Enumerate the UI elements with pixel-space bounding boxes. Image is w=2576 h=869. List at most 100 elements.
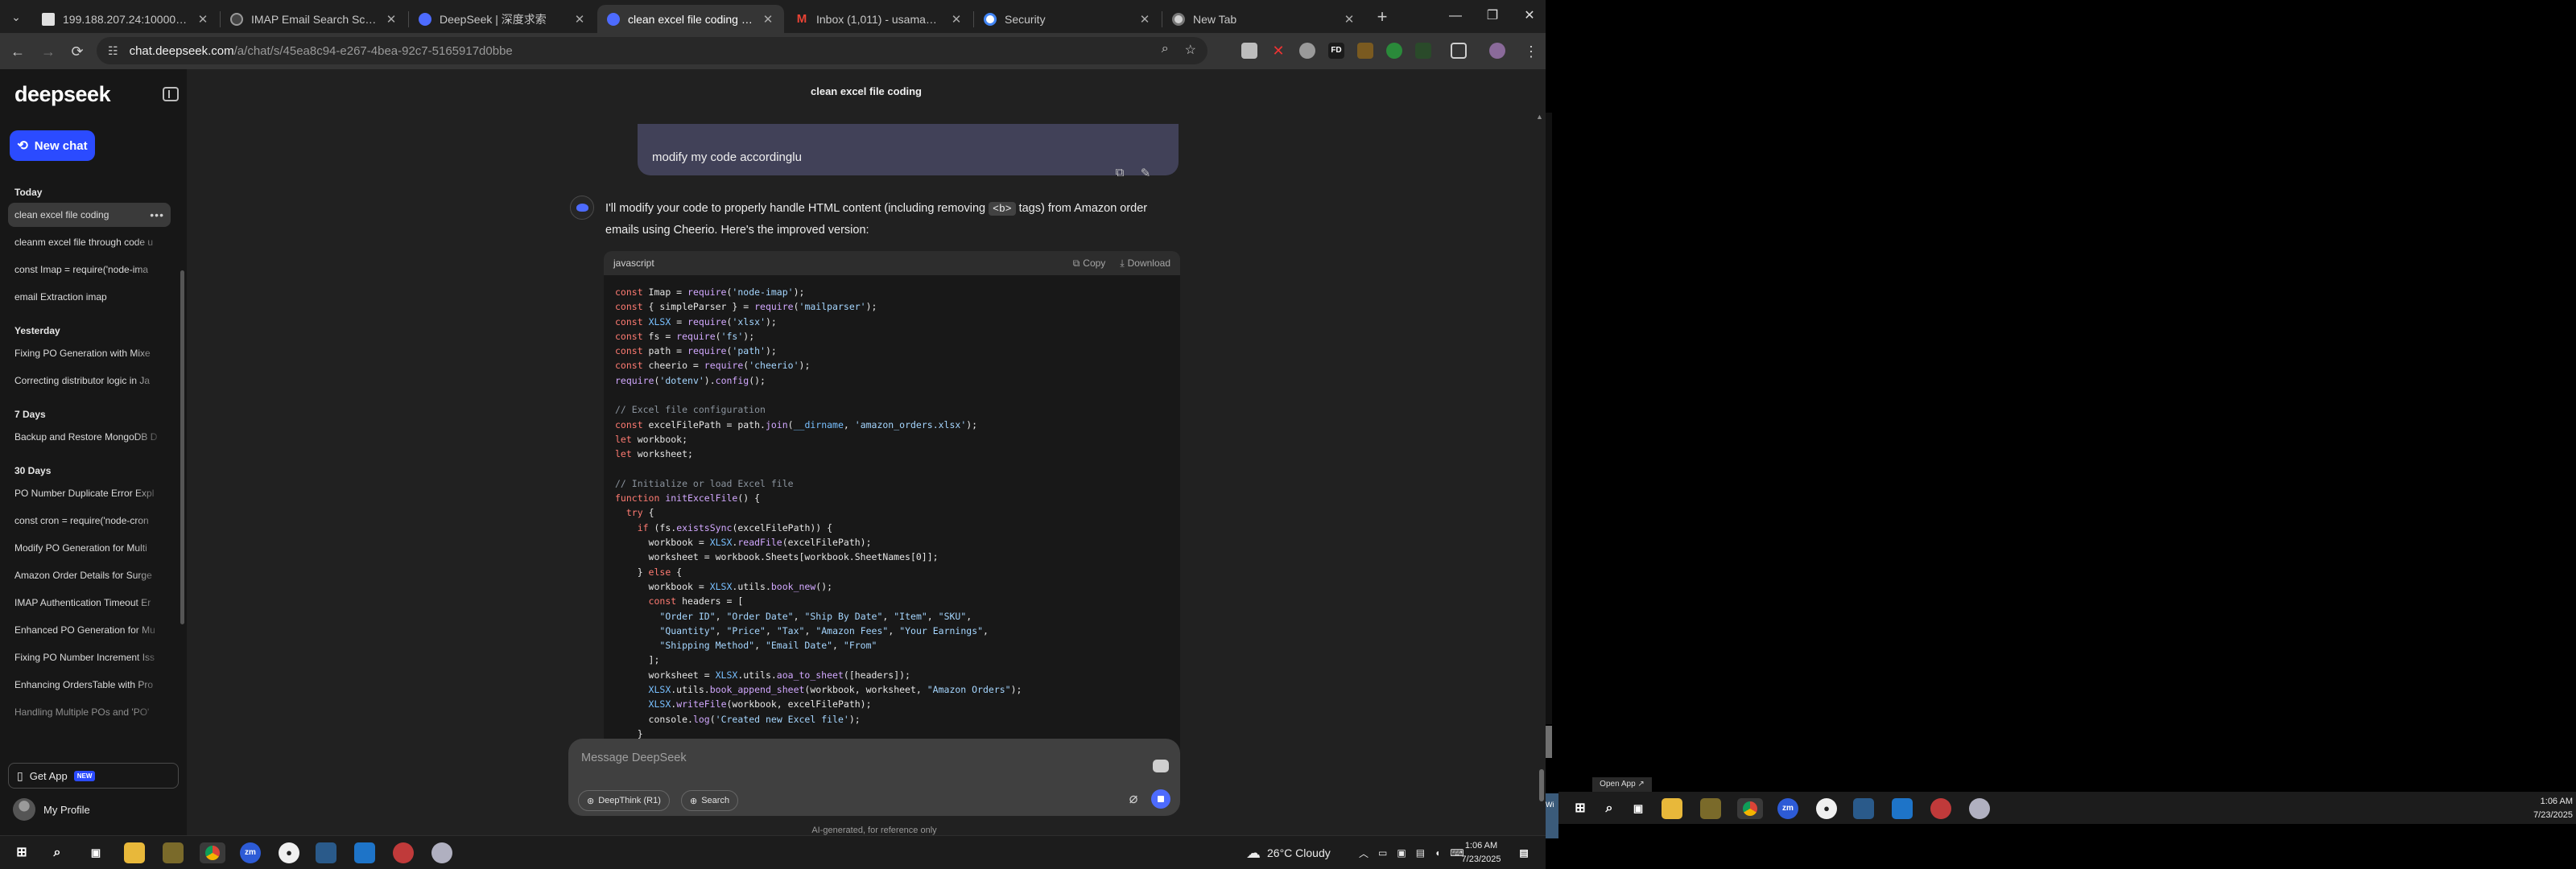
attach-file-icon[interactable]: ⌀ — [1124, 787, 1143, 809]
close-icon[interactable]: ✕ — [1138, 12, 1151, 27]
app-icon[interactable] — [1969, 798, 1990, 819]
profile-avatar[interactable] — [1489, 43, 1505, 59]
history-item[interactable]: Correcting distributor logic in Ja — [8, 369, 171, 393]
copy-code-button[interactable]: ⧉ Copy — [1073, 257, 1106, 270]
extension-icon[interactable] — [1415, 43, 1431, 59]
search-toggle[interactable]: ⊕ Search — [681, 790, 739, 811]
extension-icon[interactable] — [1299, 43, 1315, 59]
store-icon[interactable] — [163, 842, 184, 863]
chrome-profile-icon[interactable] — [1930, 798, 1951, 819]
collapse-sidebar-icon[interactable] — [163, 87, 179, 101]
minimize-button[interactable]: — — [1436, 0, 1475, 32]
scroll-up-icon[interactable]: ▲ — [1536, 113, 1544, 121]
history-item[interactable]: Enhancing OrdersTable with Pro — [8, 673, 171, 697]
windows-start-icon[interactable]: ⊞ — [11, 842, 32, 863]
app-icon[interactable]: ● — [1816, 798, 1837, 819]
new-chat-button[interactable]: ⟲ New chat — [10, 130, 95, 161]
vscode-insiders-icon[interactable] — [316, 842, 336, 863]
notification-icon[interactable]: ▤ — [1513, 842, 1534, 863]
tab-dashboard[interactable]: 199.188.207.24:10000/dashbo ✕ — [32, 5, 219, 33]
store-icon[interactable] — [1700, 798, 1721, 819]
tray-app-icon[interactable]: ▣ — [1397, 847, 1406, 859]
tab-deepseek-home[interactable]: DeepSeek | 深度求索 ✕ — [409, 5, 596, 33]
robot-icon[interactable] — [1153, 760, 1169, 772]
close-icon[interactable]: ✕ — [950, 12, 963, 27]
tab-search-icon[interactable]: ⌄ — [6, 7, 26, 27]
search-icon[interactable]: ⌕ — [1599, 798, 1620, 819]
zoom-icon[interactable]: zm — [240, 842, 261, 863]
history-item[interactable]: Modify PO Generation for Multi — [8, 536, 171, 560]
zoom-search-icon[interactable]: ⌕ — [1162, 42, 1169, 58]
message-input[interactable]: Message DeepSeek — [581, 752, 687, 764]
zoom-icon[interactable]: zm — [1777, 798, 1798, 819]
bookmark-star-icon[interactable]: ☆ — [1185, 42, 1196, 58]
app-icon[interactable] — [431, 842, 452, 863]
task-view-icon[interactable]: ▣ — [1628, 798, 1649, 819]
close-icon[interactable]: ✕ — [1343, 12, 1356, 27]
edit-message-icon[interactable]: ✎ — [1138, 166, 1153, 180]
extensions-puzzle-icon[interactable] — [1451, 43, 1467, 59]
close-icon[interactable]: ✕ — [385, 12, 398, 27]
history-item[interactable]: Backup and Restore MongoDB D — [8, 425, 171, 449]
my-profile-button[interactable]: My Profile — [13, 798, 90, 821]
site-info-icon[interactable]: ☷ — [108, 44, 118, 58]
get-app-button[interactable]: ▯ Get App NEW — [8, 763, 179, 789]
window-edge[interactable]: Wi — [1546, 793, 1558, 838]
open-app-button[interactable]: Open App ↗ — [1592, 777, 1652, 792]
tab-new-tab[interactable]: New Tab ✕ — [1162, 5, 1365, 33]
close-window-button[interactable]: ✕ — [1510, 0, 1546, 32]
reload-button[interactable]: ⟳ — [66, 40, 89, 63]
extension-fd-icon[interactable]: FD — [1328, 43, 1344, 59]
tab-imap-email-search[interactable]: IMAP Email Search Script ✕ — [221, 5, 407, 33]
task-view-icon[interactable]: ▣ — [85, 842, 106, 863]
history-item[interactable]: const Imap = require('node-ima — [8, 257, 171, 282]
history-item[interactable]: Enhanced PO Generation for Mu — [8, 618, 171, 642]
history-item[interactable]: Handling Multiple POs and 'PO' — [8, 700, 171, 724]
stop-generating-button[interactable] — [1151, 789, 1170, 809]
chevron-up-icon[interactable]: ︿ — [1359, 846, 1368, 860]
network-icon[interactable]: ▤ — [1416, 847, 1425, 859]
chrome-taskbar-icon[interactable] — [1737, 798, 1763, 819]
chrome-profile-icon[interactable] — [393, 842, 414, 863]
forward-button[interactable]: → — [37, 40, 60, 63]
windows-start-icon[interactable]: ⊞ — [1570, 798, 1591, 819]
copy-message-icon[interactable]: ⧉ — [1113, 166, 1127, 180]
history-item[interactable]: PO Number Duplicate Error Expl — [8, 481, 171, 505]
weather-widget[interactable]: ☁ 26°C Cloudy — [1246, 836, 1331, 869]
tab-gmail-inbox[interactable]: M Inbox (1,011) - usamabin2580 ✕ — [786, 5, 972, 33]
more-options-icon[interactable]: ••• — [148, 208, 164, 221]
chrome-taskbar-icon[interactable] — [200, 842, 225, 863]
app-icon[interactable]: ● — [279, 842, 299, 863]
restore-button[interactable]: ❐ — [1473, 0, 1512, 32]
address-bar[interactable]: ☷ chat.deepseek.com /a/chat/s/45ea8c94-e… — [97, 37, 1208, 64]
history-item[interactable]: cleanm excel file through code u — [8, 230, 171, 254]
browser-menu-icon[interactable]: ⋮ — [1520, 40, 1542, 63]
history-item[interactable]: Amazon Order Details for Surge — [8, 563, 171, 587]
message-composer[interactable]: Message DeepSeek ⊛ DeepThink (R1) ⊕ Sear… — [568, 739, 1180, 816]
volume-icon[interactable]: ◖ — [1435, 847, 1440, 859]
file-explorer-icon[interactable] — [124, 842, 145, 863]
search-icon[interactable]: ⌕ — [47, 842, 68, 863]
close-icon[interactable]: ✕ — [196, 12, 209, 27]
close-icon[interactable]: ✕ — [573, 12, 586, 27]
history-item[interactable]: email Extraction imap — [8, 285, 171, 309]
download-code-button[interactable]: ⤓ Download — [1120, 257, 1170, 270]
vscode-icon[interactable] — [354, 842, 375, 863]
vscode-icon[interactable] — [1892, 798, 1913, 819]
clock[interactable]: 1:06 AM 7/23/2025 — [2492, 795, 2573, 822]
tab-security[interactable]: Security ✕ — [974, 5, 1161, 33]
deepseek-logo[interactable]: deepseek — [14, 82, 111, 107]
extension-icon[interactable] — [1241, 43, 1257, 59]
clock[interactable]: 1:06 AM 7/23/2025 — [1449, 839, 1513, 867]
deepthink-toggle[interactable]: ⊛ DeepThink (R1) — [578, 790, 670, 811]
scroll-thumb[interactable] — [1546, 726, 1552, 758]
chat-history-list[interactable]: Today clean excel file coding ••• cleanm… — [0, 179, 179, 740]
file-explorer-icon[interactable] — [1662, 798, 1682, 819]
tray-app-icon[interactable]: ▭ — [1378, 847, 1387, 859]
extension-icon[interactable] — [1386, 43, 1402, 59]
tab-clean-excel-coding[interactable]: clean excel file coding - Deeps ✕ — [597, 5, 784, 33]
vscode-insiders-icon[interactable] — [1853, 798, 1874, 819]
history-item[interactable]: IMAP Authentication Timeout Er — [8, 591, 171, 615]
history-item[interactable]: const cron = require('node-cron — [8, 509, 171, 533]
extension-x-icon[interactable]: ✕ — [1270, 43, 1286, 59]
